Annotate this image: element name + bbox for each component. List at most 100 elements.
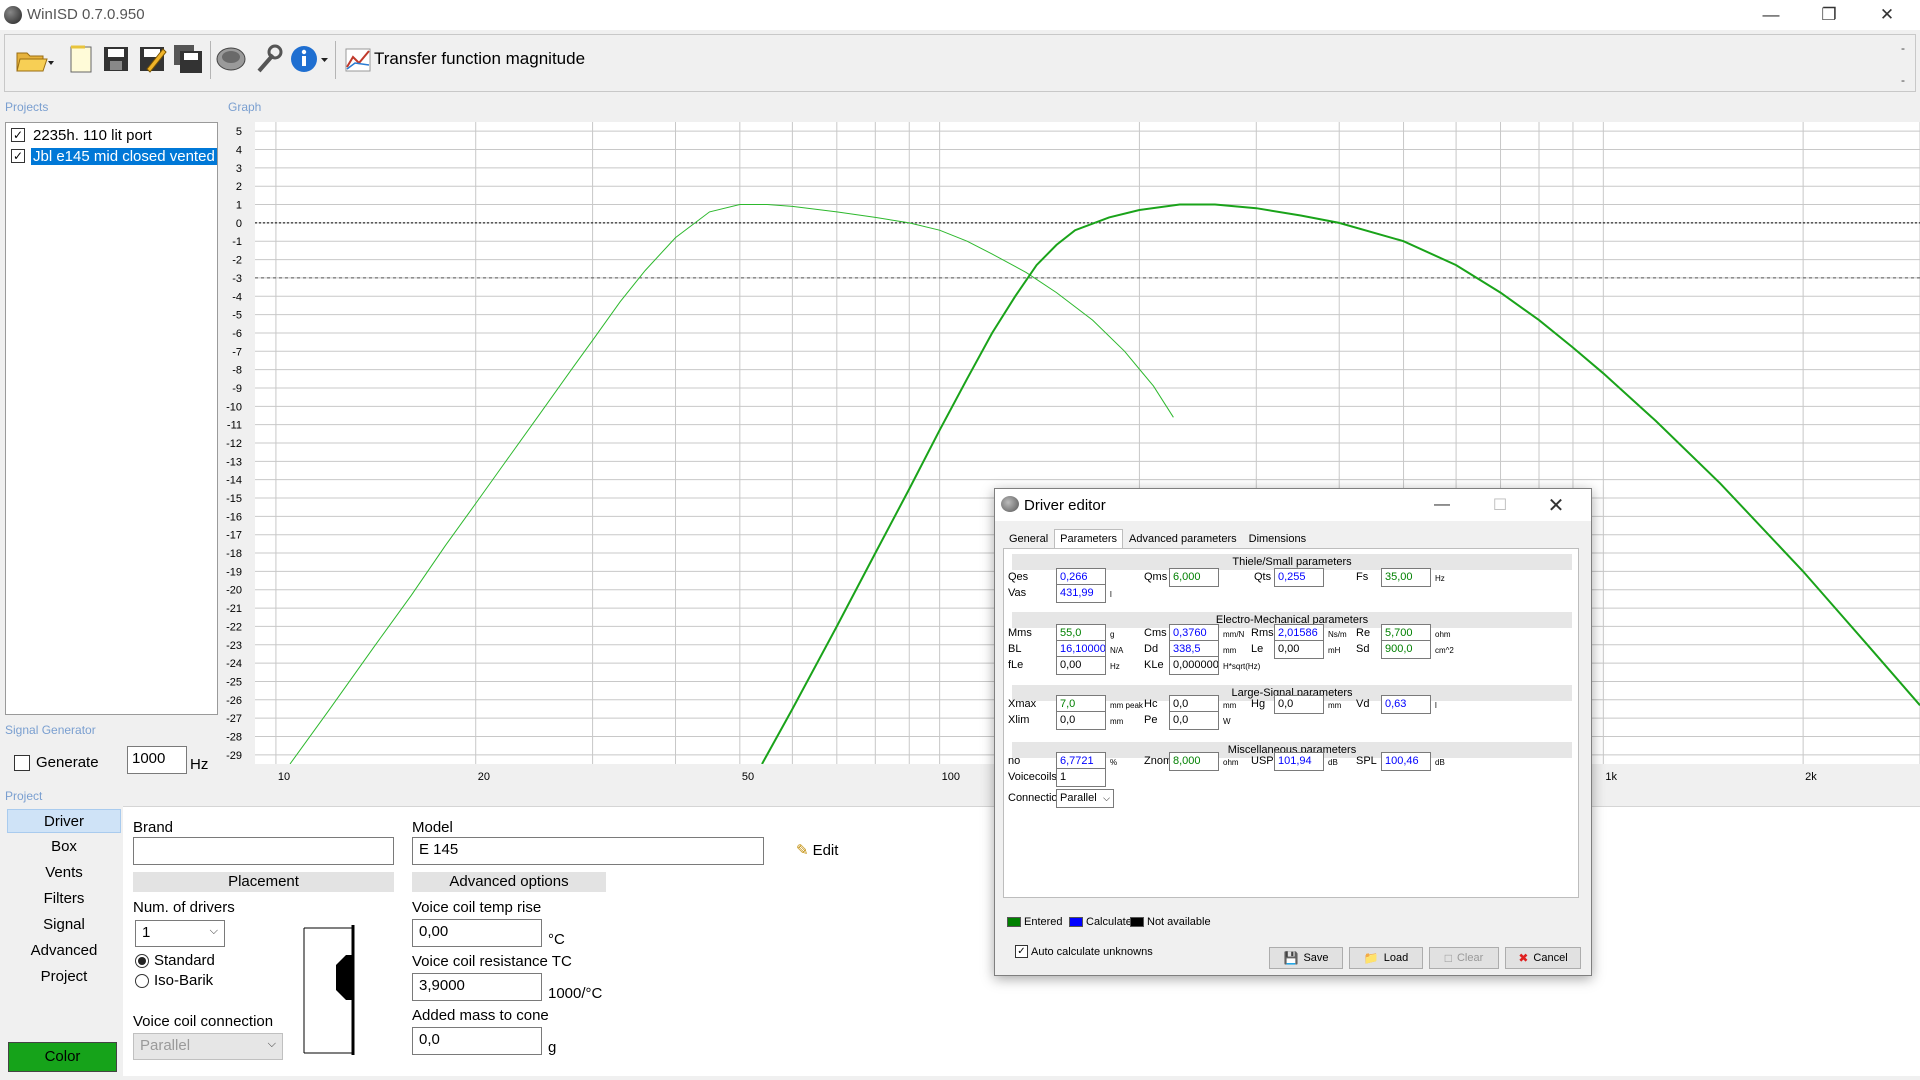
project-name[interactable]: 2235h. 110 lit port bbox=[31, 127, 154, 144]
save-as-icon[interactable] bbox=[137, 43, 167, 75]
chevron-down-icon: ⌵ bbox=[1103, 793, 1110, 803]
close-icon[interactable]: ✕ bbox=[1858, 0, 1916, 30]
vc-temp-input[interactable]: 0,00 bbox=[412, 919, 542, 947]
xlim-field[interactable]: 0,0 bbox=[1056, 711, 1106, 730]
connection-select[interactable]: Parallel ⌵ bbox=[1056, 789, 1114, 808]
hg-field[interactable]: 0,0 bbox=[1274, 695, 1324, 714]
spl-field[interactable]: 100,46 bbox=[1381, 752, 1431, 771]
load-button[interactable]: 📁 Load bbox=[1349, 947, 1423, 969]
tab-parameters[interactable]: Parameters bbox=[1054, 529, 1123, 549]
vas-field[interactable]: 431,99 bbox=[1056, 584, 1106, 603]
added-mass-input[interactable]: 0,0 bbox=[412, 1027, 542, 1055]
no-unit: % bbox=[1110, 758, 1118, 767]
graph-icon[interactable] bbox=[343, 43, 373, 75]
project-checkbox[interactable]: ✓ bbox=[11, 149, 25, 163]
y-tick-label: -19 bbox=[226, 566, 242, 578]
clear-label: Clear bbox=[1456, 952, 1484, 964]
minimize-icon[interactable]: — bbox=[1742, 0, 1800, 30]
nav-signal[interactable]: Signal bbox=[7, 913, 121, 937]
fs-field[interactable]: 35,00 bbox=[1381, 568, 1431, 587]
y-tick-label: -15 bbox=[226, 493, 242, 505]
vd-field[interactable]: 0,63 bbox=[1381, 695, 1431, 714]
minimize-icon[interactable]: — bbox=[1419, 491, 1465, 519]
voicecoils-field[interactable]: 1 bbox=[1056, 768, 1106, 787]
y-tick-label: -13 bbox=[226, 456, 242, 468]
le-field[interactable]: 0,00 bbox=[1274, 640, 1324, 659]
bl-unit: N/A bbox=[1110, 646, 1124, 655]
radio-isobarik[interactable]: Iso-Barik bbox=[135, 972, 213, 989]
xlim-unit: mm bbox=[1110, 717, 1124, 726]
pe-field[interactable]: 0,0 bbox=[1169, 711, 1219, 730]
x-tick-label: 50 bbox=[742, 771, 754, 783]
sd-field[interactable]: 900,0 bbox=[1381, 640, 1431, 659]
new-file-icon[interactable] bbox=[65, 43, 95, 75]
spl-unit: dB bbox=[1435, 758, 1445, 767]
vd-unit: l bbox=[1435, 701, 1437, 710]
radio-dot[interactable] bbox=[135, 973, 149, 988]
close-icon[interactable]: ✕ bbox=[1533, 491, 1579, 519]
nav-driver[interactable]: Driver bbox=[7, 809, 121, 833]
toolbar-overflow-icon[interactable]: - bbox=[1901, 73, 1905, 87]
dialog-title-bar[interactable]: Driver editor — ☐ ✕ bbox=[995, 489, 1591, 521]
open-folder-icon[interactable] bbox=[15, 43, 55, 75]
tools-icon[interactable] bbox=[253, 43, 283, 75]
speaker-driver-icon[interactable] bbox=[215, 43, 246, 75]
y-tick-label: -1 bbox=[232, 236, 242, 248]
num-drivers-select[interactable]: 1 ⌵ bbox=[135, 920, 225, 947]
nav-vents[interactable]: Vents bbox=[7, 861, 121, 885]
y-tick-label: -7 bbox=[232, 346, 242, 358]
project-name[interactable]: Jbl e145 mid closed vented bbox=[31, 147, 217, 165]
x-tick-label: 20 bbox=[478, 771, 490, 783]
toolbar-overflow-icon[interactable]: - bbox=[1901, 41, 1905, 55]
kle-field[interactable]: 0,000000 bbox=[1169, 656, 1219, 675]
uspl-field[interactable]: 101,94 bbox=[1274, 752, 1324, 771]
fle-field[interactable]: 0,00 bbox=[1056, 656, 1106, 675]
nav-filters[interactable]: Filters bbox=[7, 887, 121, 911]
znom-field[interactable]: 8,000 bbox=[1169, 752, 1219, 771]
radio-dot[interactable] bbox=[135, 953, 149, 968]
model-input[interactable]: E 145 bbox=[412, 837, 764, 865]
nav-advanced[interactable]: Advanced bbox=[7, 939, 121, 963]
graph-type-label[interactable]: Transfer function magnitude bbox=[374, 49, 585, 69]
tab-dimensions[interactable]: Dimensions bbox=[1243, 529, 1312, 549]
brand-input[interactable] bbox=[133, 837, 394, 865]
generate-check-box[interactable] bbox=[14, 754, 30, 771]
x-tick-label: 100 bbox=[942, 771, 960, 783]
vc-connection-select: Parallel ⌵ bbox=[133, 1033, 283, 1060]
save-button[interactable]: 💾 Save bbox=[1269, 947, 1343, 969]
vc-res-input[interactable]: 3,9000 bbox=[412, 973, 542, 1001]
nav-box[interactable]: Box bbox=[7, 835, 121, 859]
radio-standard[interactable]: Standard bbox=[135, 952, 215, 969]
edit-pencil-icon: ✎ bbox=[796, 842, 809, 859]
vc-connection-label: Voice coil connection bbox=[133, 1013, 274, 1030]
window-title: WinISD 0.7.0.950 bbox=[27, 6, 145, 23]
edit-button[interactable]: ✎ Edit bbox=[796, 841, 838, 860]
color-button[interactable]: Color bbox=[8, 1042, 117, 1072]
vas-label: Vas bbox=[1008, 587, 1027, 599]
xmax-unit: mm peak bbox=[1110, 701, 1143, 710]
generate-checkbox[interactable]: Generate bbox=[14, 754, 99, 771]
frequency-input[interactable]: 1000 bbox=[127, 746, 187, 774]
restore-icon[interactable]: ❐ bbox=[1800, 0, 1858, 30]
y-tick-label: -2 bbox=[232, 255, 242, 267]
project-checkbox[interactable]: ✓ bbox=[11, 128, 25, 142]
auto-calc-check-box[interactable]: ✓ bbox=[1015, 945, 1028, 958]
tab-advanced-parameters[interactable]: Advanced parameters bbox=[1123, 529, 1243, 549]
auto-calc-checkbox[interactable]: ✓ Auto calculate unknowns bbox=[1015, 945, 1153, 958]
projects-label: Projects bbox=[5, 100, 49, 114]
nav-project[interactable]: Project bbox=[7, 965, 121, 989]
save-all-icon[interactable] bbox=[173, 43, 203, 75]
cancel-button[interactable]: ✖ Cancel bbox=[1505, 947, 1581, 969]
fs-unit: Hz bbox=[1435, 574, 1445, 583]
save-icon[interactable] bbox=[101, 43, 131, 75]
y-tick-label: -18 bbox=[226, 548, 242, 560]
project-item[interactable]: ✓ Jbl e145 mid closed vented bbox=[11, 147, 217, 165]
project-item[interactable]: ✓ 2235h. 110 lit port bbox=[11, 126, 154, 144]
tab-general[interactable]: General bbox=[1003, 529, 1054, 549]
qms-field[interactable]: 6,000 bbox=[1169, 568, 1219, 587]
znom-unit: ohm bbox=[1223, 758, 1239, 767]
qts-field[interactable]: 0,255 bbox=[1274, 568, 1324, 587]
bl-label: BL bbox=[1008, 643, 1022, 655]
info-icon[interactable] bbox=[289, 43, 329, 75]
fle-unit: Hz bbox=[1110, 662, 1120, 671]
